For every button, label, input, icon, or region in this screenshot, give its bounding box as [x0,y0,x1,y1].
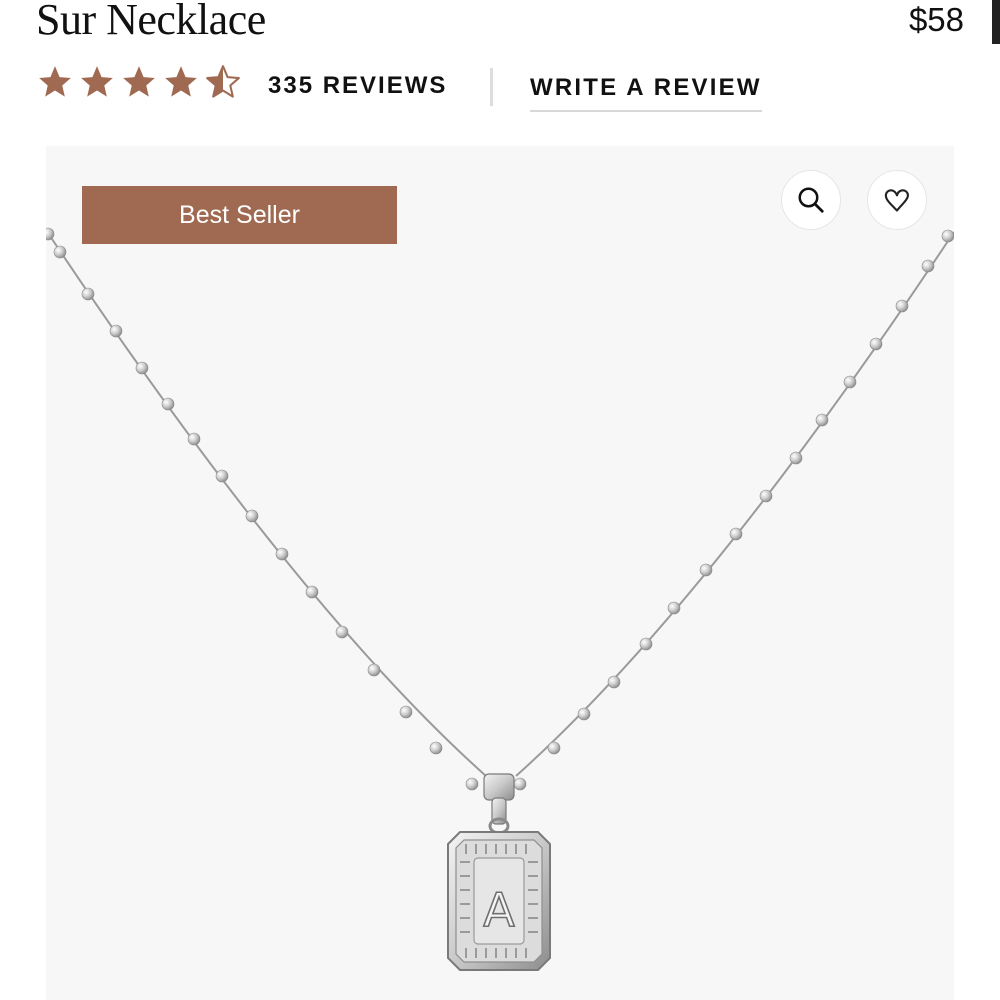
product-image-gallery[interactable]: A Best Seller [46,146,954,1000]
rating-row: 335 REVIEWS WRITE A REVIEW [36,62,776,112]
pendant-letter: A [483,883,515,937]
write-review-link[interactable]: WRITE A REVIEW [530,74,762,112]
star-icon [81,66,113,97]
star-icon [123,66,155,97]
product-title: Sur Necklace [36,0,266,44]
zoom-button[interactable] [781,170,841,230]
product-price: $58 [908,1,964,38]
star-rating[interactable] [36,62,242,102]
favorite-button[interactable] [867,170,927,230]
star-icon [165,66,197,97]
half-star-icon [206,65,240,98]
necklace-product-image: A [46,227,954,971]
heart-icon [884,189,909,212]
review-count-link[interactable]: 335 REVIEWS [268,72,447,100]
best-seller-badge: Best Seller [82,186,397,244]
divider [490,68,493,106]
star-icon [39,66,71,97]
search-icon [798,187,824,213]
scroll-indicator [992,0,1000,44]
